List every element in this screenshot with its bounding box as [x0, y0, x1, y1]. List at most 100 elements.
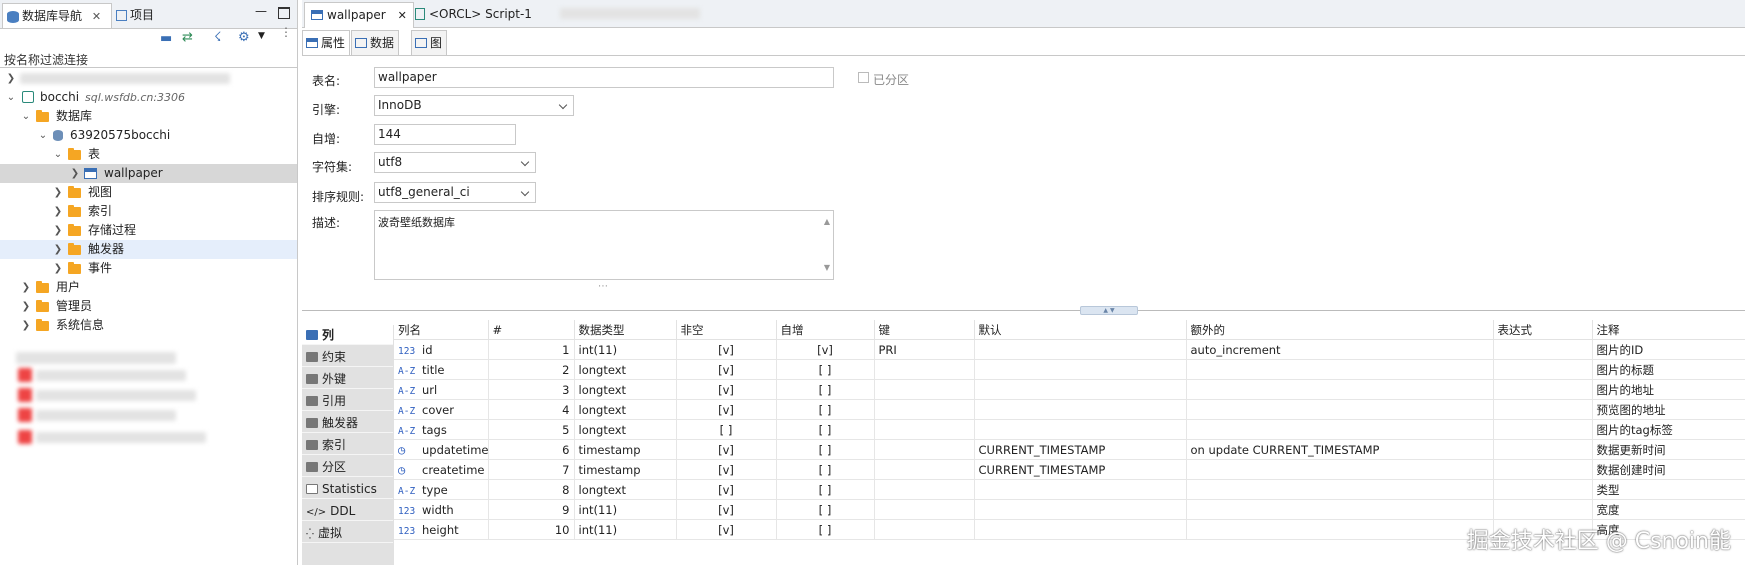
chevron-right-icon[interactable]: ❯	[53, 259, 63, 278]
scroll-down-icon[interactable]: ▼	[824, 260, 830, 276]
table-row[interactable]: ◷ createtime 7 timestamp [v][ ] CURRENT_TIMES…	[394, 459, 1745, 480]
cell-type[interactable]: longtext	[574, 419, 677, 440]
collation-select[interactable]: utf8_general_ci	[374, 182, 536, 203]
cell-extra[interactable]	[1186, 379, 1494, 400]
table-row[interactable]: ◷ updatetime 6 timestamp [v][ ] CURRENT_TIMES…	[394, 439, 1745, 460]
cell-extra[interactable]	[1186, 499, 1494, 520]
cell-autoinc[interactable]: [ ]	[776, 479, 875, 500]
side-tab-statistics[interactable]: Statistics	[302, 479, 393, 499]
side-tab-virtual[interactable]: ⁛ 虚拟	[302, 523, 393, 543]
cell-autoinc[interactable]: [ ]	[776, 499, 875, 520]
charset-select[interactable]: utf8	[374, 152, 536, 173]
cell-notnull[interactable]: [v]	[676, 439, 777, 460]
cell-autoinc[interactable]: [ ]	[776, 419, 875, 440]
side-tab-foreign-keys[interactable]: 外键	[302, 369, 393, 389]
tree-item-administrators[interactable]: ❯ 管理员	[0, 297, 297, 316]
cell-type[interactable]: timestamp	[574, 459, 677, 480]
cell-expr[interactable]	[1493, 479, 1593, 500]
maximize-icon[interactable]	[278, 7, 290, 19]
cell-name[interactable]: A-Z tags	[394, 419, 489, 440]
cell-comment[interactable]: 类型	[1592, 479, 1745, 500]
splitter-toggle[interactable]: ▲ ▼	[1080, 306, 1138, 315]
cell-extra[interactable]	[1186, 459, 1494, 480]
cell-notnull[interactable]: [v]	[676, 399, 777, 420]
collapse-all-icon[interactable]: ▬	[160, 31, 172, 46]
cell-expr[interactable]	[1493, 459, 1593, 480]
cell-notnull[interactable]: [ ]	[676, 419, 777, 440]
cell-key[interactable]	[874, 379, 975, 400]
cell-autoinc[interactable]: [v]	[776, 339, 875, 360]
cell-key[interactable]	[874, 439, 975, 460]
col-header-default[interactable]: 默认	[974, 320, 1187, 340]
col-header-notnull[interactable]: 非空	[676, 320, 777, 340]
cell-comment[interactable]: 图片的标题	[1592, 359, 1745, 380]
autoinc-field[interactable]: 144	[374, 124, 516, 145]
cell-name[interactable]: 123 id	[394, 339, 489, 360]
cell-expr[interactable]	[1493, 499, 1593, 520]
cell-autoinc[interactable]: [ ]	[776, 439, 875, 460]
tree-item-users[interactable]: ❯ 用户	[0, 278, 297, 297]
cell-type[interactable]: int(11)	[574, 499, 677, 520]
cell-notnull[interactable]: [v]	[676, 459, 777, 480]
cell-comment[interactable]: 数据创建时间	[1592, 459, 1745, 480]
cell-name[interactable]: A-Z type	[394, 479, 489, 500]
cell-name[interactable]: 123 width	[394, 499, 489, 520]
table-row[interactable]: A-Z url 3 longtext [v][ ] 图片的地址	[394, 379, 1745, 400]
table-row[interactable]: 123 width 9 int(11) [v][ ] 宽度	[394, 499, 1745, 520]
cell-comment[interactable]: 数据更新时间	[1592, 439, 1745, 460]
col-header-type[interactable]: 数据类型	[574, 320, 677, 340]
tree-item-schema[interactable]: ⌄ 63920575bocchi	[0, 126, 297, 145]
cell-default[interactable]	[974, 339, 1187, 360]
cell-default[interactable]	[974, 399, 1187, 420]
col-header-num[interactable]: #	[488, 320, 575, 340]
cell-type[interactable]: int(11)	[574, 519, 677, 540]
resize-handle-icon[interactable]: ⋯	[598, 281, 609, 292]
cell-extra[interactable]	[1186, 399, 1494, 420]
chevron-right-icon[interactable]: ❯	[21, 297, 31, 316]
tree-item-databases[interactable]: ⌄ 数据库	[0, 107, 297, 126]
chevron-right-icon[interactable]: ❯	[53, 183, 63, 202]
cell-autoinc[interactable]: [ ]	[776, 359, 875, 380]
cell-num[interactable]: 2	[488, 359, 575, 380]
cell-default[interactable]: CURRENT_TIMESTAMP	[974, 459, 1187, 480]
cell-name[interactable]: A-Z url	[394, 379, 489, 400]
cell-num[interactable]: 8	[488, 479, 575, 500]
tree-item-table-wallpaper[interactable]: ❯ wallpaper	[0, 164, 297, 183]
tab-data[interactable]: 数据	[351, 30, 400, 56]
tree-item-procedures[interactable]: ❯ 存储过程	[0, 221, 297, 240]
cell-num[interactable]: 3	[488, 379, 575, 400]
cell-key[interactable]	[874, 359, 975, 380]
cell-name[interactable]: ◷ updatetime	[394, 439, 489, 460]
side-tab-indexes[interactable]: 索引	[302, 435, 393, 455]
side-tab-references[interactable]: 引用	[302, 391, 393, 411]
cell-notnull[interactable]: [v]	[676, 379, 777, 400]
cell-extra[interactable]: auto_increment	[1186, 339, 1494, 360]
cell-autoinc[interactable]: [ ]	[776, 399, 875, 420]
side-tab-triggers[interactable]: 触发器	[302, 413, 393, 433]
cell-num[interactable]: 7	[488, 459, 575, 480]
table-row[interactable]: A-Z tags 5 longtext[ ][ ] 图片的tag标签	[394, 419, 1745, 440]
close-icon[interactable]: ✕	[92, 10, 101, 23]
col-header-expression[interactable]: 表达式	[1493, 320, 1593, 340]
tree-item-triggers[interactable]: ❯ 触发器	[0, 240, 297, 259]
cell-autoinc[interactable]: [ ]	[776, 519, 875, 540]
cell-default[interactable]	[974, 479, 1187, 500]
cell-name[interactable]: A-Z title	[394, 359, 489, 380]
cell-notnull[interactable]: [v]	[676, 339, 777, 360]
partitioned-checkbox[interactable]	[858, 72, 869, 83]
cell-autoinc[interactable]: [ ]	[776, 379, 875, 400]
connect-icon[interactable]: ⚙	[238, 30, 250, 45]
side-tab-ddl[interactable]: </> DDL	[302, 501, 393, 521]
tree-item-indexes[interactable]: ❯ 索引	[0, 202, 297, 221]
cell-extra[interactable]: on update CURRENT_TIMESTAMP	[1186, 439, 1494, 460]
cell-expr[interactable]	[1493, 419, 1593, 440]
table-name-field[interactable]: wallpaper	[374, 67, 834, 88]
cell-comment[interactable]: 图片的tag标签	[1592, 419, 1745, 440]
chevron-right-icon[interactable]: ❯	[21, 316, 31, 335]
cell-comment[interactable]: 图片的地址	[1592, 379, 1745, 400]
chevron-down-icon[interactable]: ▼	[258, 31, 265, 41]
cell-default[interactable]	[974, 499, 1187, 520]
cell-key[interactable]	[874, 459, 975, 480]
cell-default[interactable]	[974, 519, 1187, 540]
more-icon[interactable]: ⋮	[280, 26, 292, 38]
